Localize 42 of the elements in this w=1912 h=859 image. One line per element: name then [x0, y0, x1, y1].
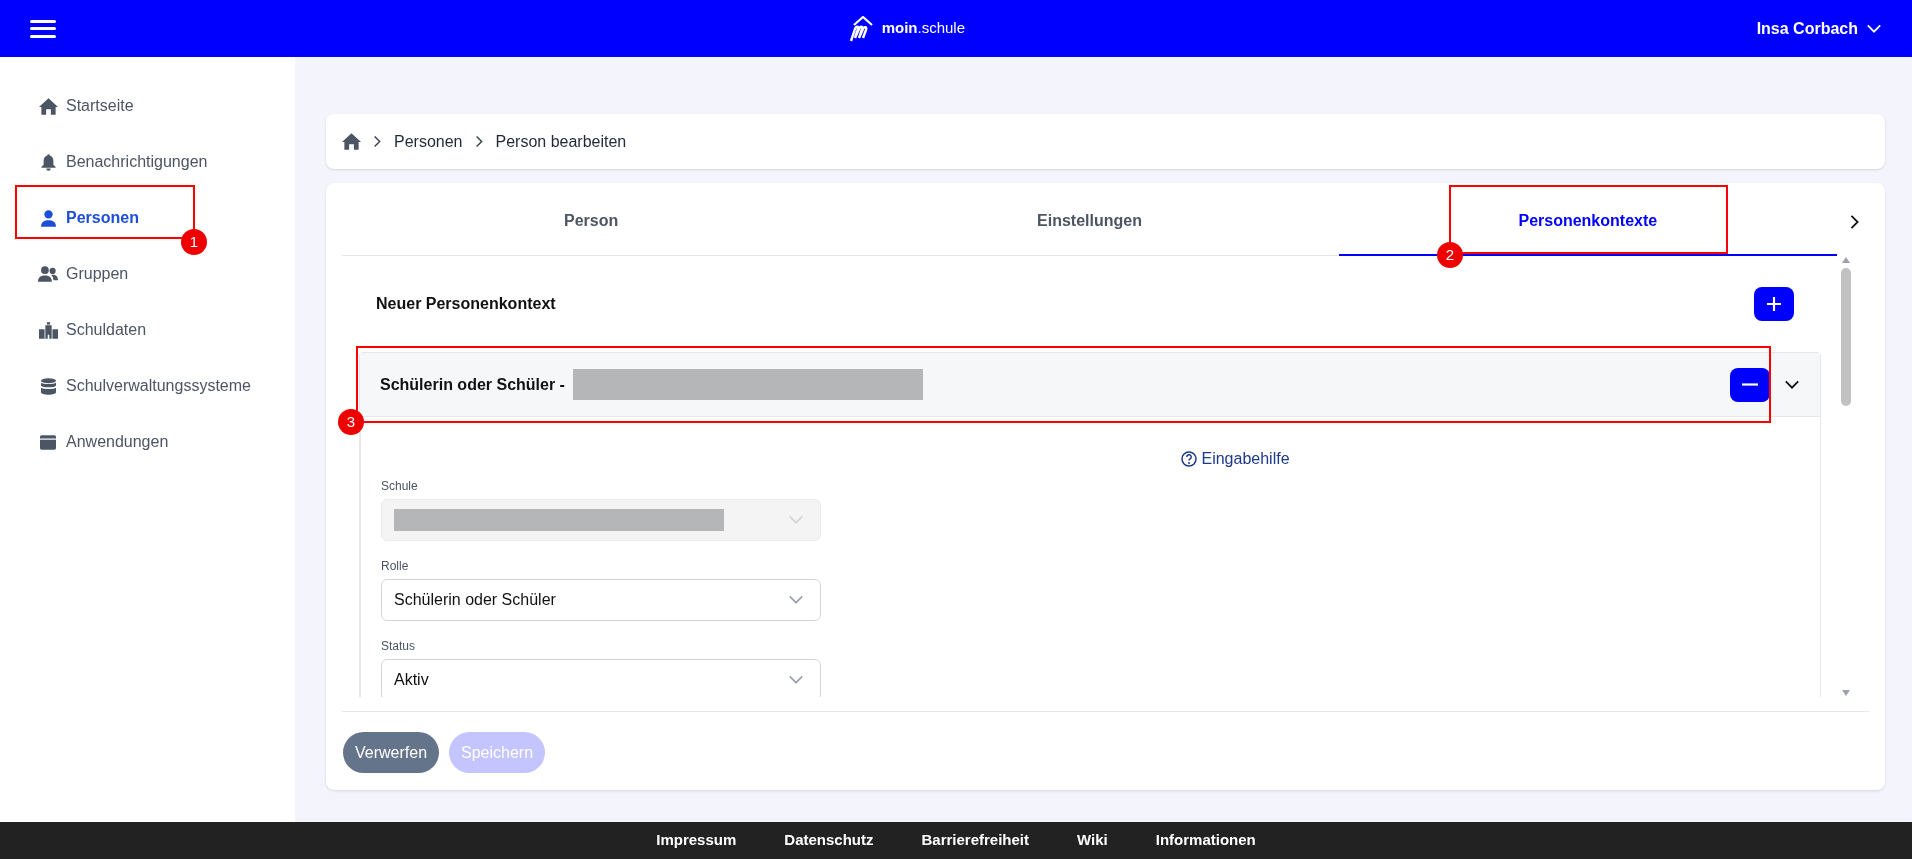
- tab[interactable]: Einstellungen: [840, 188, 1339, 256]
- window-icon: [40, 434, 56, 450]
- select-field[interactable]: Aktiv: [381, 659, 821, 697]
- person-icon: [40, 209, 56, 227]
- field-label: Schule: [381, 478, 419, 495]
- field-label: Status: [381, 638, 417, 655]
- help-link[interactable]: Eingabehilfe: [1181, 447, 1290, 471]
- sidebar-item[interactable]: Anwendungen: [38, 414, 169, 470]
- footer-link[interactable]: Datenschutz: [784, 829, 874, 852]
- breadcrumb-link[interactable]: Personen: [394, 129, 463, 154]
- footer-link[interactable]: Informationen: [1155, 829, 1256, 852]
- field-label: Rolle: [381, 558, 410, 575]
- sidebar-item[interactable]: Startseite: [38, 78, 134, 134]
- plus-icon: [1766, 296, 1782, 312]
- footer-link[interactable]: Impressum: [656, 829, 737, 852]
- footer-link[interactable]: Barrierefreiheit: [921, 829, 1030, 852]
- home-icon: [38, 97, 58, 115]
- accordion-header[interactable]: Schülerin oder Schüler -: [360, 353, 1820, 417]
- tab[interactable]: Person: [342, 188, 841, 256]
- scrollbar-thumb[interactable]: [1841, 268, 1851, 406]
- minus-icon: [1742, 383, 1758, 386]
- breadcrumb-link[interactable]: Person bearbeiten: [495, 129, 627, 154]
- sidebar-item[interactable]: Gruppen: [38, 246, 129, 302]
- database-icon: [40, 377, 56, 395]
- select-field[interactable]: Schülerin oder Schüler: [381, 579, 821, 621]
- user-menu[interactable]: Insa Corbach: [1756, 16, 1882, 41]
- footer-link[interactable]: Wiki: [1077, 829, 1108, 852]
- section-title: Neuer Personenkontext: [376, 294, 556, 314]
- sidebar-item[interactable]: Personen: [38, 190, 139, 246]
- people-icon: [38, 266, 58, 282]
- sidebar-item[interactable]: Schulverwaltungssysteme: [38, 358, 251, 414]
- sidebar-item[interactable]: Benachrichtigungen: [38, 134, 208, 190]
- building-icon: [38, 321, 58, 339]
- bell-icon: [40, 153, 56, 171]
- home-icon[interactable]: [342, 133, 361, 150]
- brand-name: moin.schule: [881, 18, 965, 39]
- sidebar-item[interactable]: Schuldaten: [38, 302, 147, 358]
- menu-icon[interactable]: [30, 17, 56, 40]
- help-icon: [1181, 451, 1198, 467]
- discard-button[interactable]: Verwerfen: [343, 732, 440, 773]
- add-button[interactable]: [1754, 287, 1794, 321]
- remove-button[interactable]: [1730, 367, 1770, 402]
